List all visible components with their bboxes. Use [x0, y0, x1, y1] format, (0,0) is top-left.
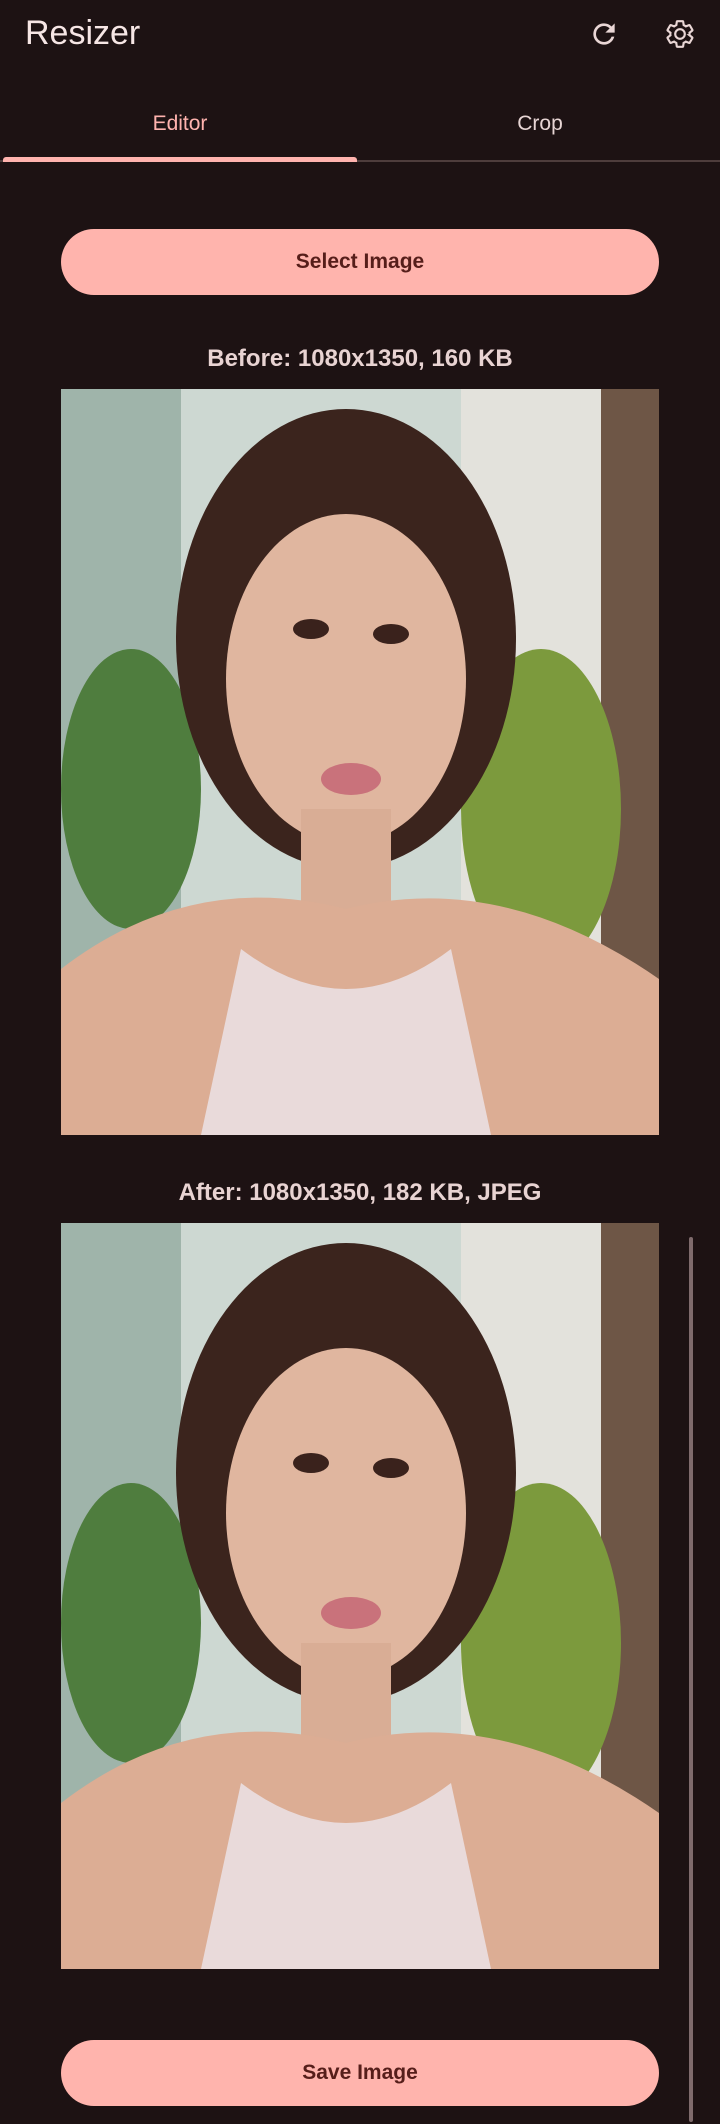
tab-bar: Editor Crop [0, 100, 720, 162]
tab-indicator [3, 157, 357, 162]
before-image [61, 389, 659, 1135]
save-image-button[interactable]: Save Image [61, 2040, 659, 2106]
after-image [61, 1223, 659, 1969]
refresh-icon [593, 23, 615, 45]
tab-crop[interactable]: Crop [360, 100, 720, 162]
gear-icon [666, 20, 694, 48]
tab-editor[interactable]: Editor [0, 100, 360, 162]
select-image-button[interactable]: Select Image [61, 229, 659, 295]
settings-button[interactable] [658, 12, 702, 56]
before-caption: Before: 1080x1350, 160 KB [207, 345, 513, 372]
after-caption: After: 1080x1350, 182 KB, JPEG [178, 1179, 542, 1206]
top-app-bar: Resizer [0, 0, 720, 72]
app-title: Resizer [25, 14, 141, 52]
scrollbar[interactable] [689, 1237, 693, 2122]
refresh-button[interactable] [582, 12, 626, 56]
